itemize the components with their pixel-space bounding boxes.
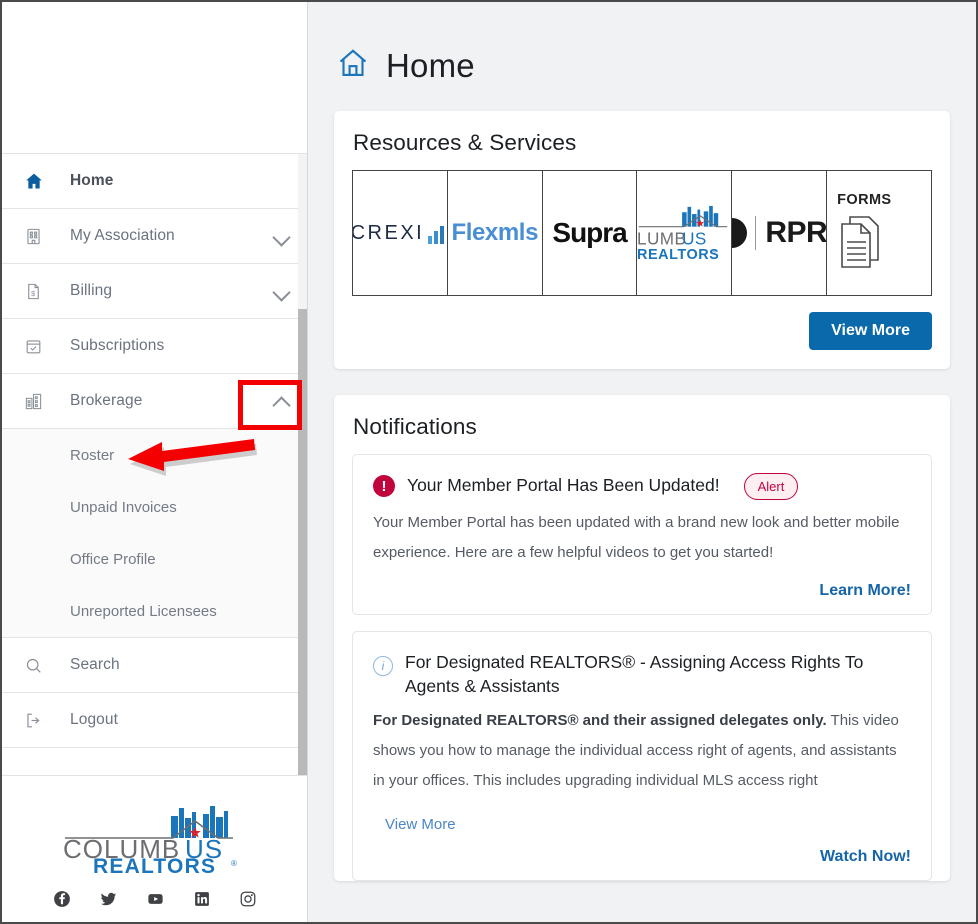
rpr-mark-icon [732, 218, 748, 248]
facebook-icon[interactable] [53, 890, 71, 908]
rpr-logo: RPR [732, 216, 828, 250]
instagram-icon[interactable] [239, 890, 257, 908]
documents-stack-icon [837, 212, 887, 275]
main-content: Home Resources & Services CREXI Flexmls … [308, 2, 976, 922]
notification-body: Your Member Portal has been updated with… [373, 514, 900, 561]
logout-icon [24, 711, 54, 730]
sidebar-subitem-unreported-licensees[interactable]: Unreported Licensees [2, 585, 307, 637]
sidebar-submenu-brokerage: Roster Unpaid Invoices Office Profile Un… [2, 429, 307, 638]
sidebar-scrollbar-thumb[interactable] [298, 309, 307, 775]
notification-item[interactable]: i For Designated REALTORS® - Assigning A… [352, 631, 932, 882]
sidebar-header-spacer [2, 2, 307, 154]
home-filled-icon [24, 171, 54, 191]
sidebar-item-subscriptions[interactable]: Subscriptions [2, 319, 307, 374]
sidebar-item-label: Brokerage [70, 392, 143, 409]
learn-more-link[interactable]: Learn More! [819, 582, 911, 599]
chevron-down-icon[interactable] [273, 282, 291, 300]
social-links [2, 890, 307, 908]
view-more-button[interactable]: View More [809, 312, 932, 350]
crexi-logo: CREXI [353, 221, 447, 245]
sidebar-item-search[interactable]: Search [2, 638, 307, 693]
twitter-icon[interactable] [99, 890, 118, 908]
notification-body: For Designated REALTORS® and their assig… [373, 706, 911, 796]
sidebar-item-brokerage[interactable]: Brokerage [2, 374, 307, 429]
notification-item[interactable]: ! Your Member Portal Has Been Updated! A… [352, 454, 932, 615]
sidebar-subitem-roster[interactable]: Roster [2, 429, 307, 481]
crexi-bars-icon [428, 225, 445, 244]
building-icon [24, 227, 54, 246]
sidebar-item-logout[interactable]: Logout [2, 693, 307, 748]
tile-crexi[interactable]: CREXI [353, 171, 448, 295]
notification-view-more-link[interactable]: View More [373, 816, 456, 833]
status-badge[interactable]: Alert [743, 473, 799, 500]
page-title: Home [386, 46, 475, 84]
sidebar-item-billing[interactable]: $ Billing [2, 264, 307, 319]
youtube-icon[interactable] [146, 890, 165, 908]
chevron-up-icon[interactable] [273, 392, 291, 410]
svg-text:$: $ [31, 289, 35, 297]
sidebar-item-my-association[interactable]: My Association [2, 209, 307, 264]
page-header: Home [308, 2, 976, 85]
home-outline-icon [336, 46, 370, 85]
tile-columbus-realtors[interactable]: LUMB US REALTORS ® [637, 171, 733, 295]
sidebar-nav-scroll-area[interactable]: Home My Association $ Billing Subscripti… [2, 154, 307, 775]
forms-label: FORMS [837, 191, 892, 208]
sidebar-subitem-label: Office Profile [70, 550, 156, 568]
rpr-label: RPR [765, 216, 828, 249]
tile-forms[interactable]: FORMS [827, 171, 931, 295]
sidebar-footer-logo-block: COLUMB US REALTORS ® [2, 775, 307, 922]
notification-header: i For Designated REALTORS® - Assigning A… [373, 650, 911, 698]
notification-actions: Watch Now! [373, 848, 911, 866]
calendar-check-icon [24, 337, 54, 356]
sidebar-item-home[interactable]: Home [2, 154, 307, 209]
tile-supra[interactable]: Supra [543, 171, 638, 295]
notification-title: For Designated REALTORS® - Assigning Acc… [405, 652, 864, 696]
notifications-card: Notifications ! Your Member Portal Has B… [334, 395, 950, 882]
watch-now-link[interactable]: Watch Now! [820, 848, 911, 865]
invoice-dollar-icon: $ [24, 282, 54, 301]
chevron-down-icon[interactable] [273, 227, 291, 245]
notification-body-bold: For Designated REALTORS® and their assig… [373, 712, 827, 730]
resources-services-card: Resources & Services CREXI Flexmls Supra… [334, 111, 950, 369]
app-window: Home My Association $ Billing Subscripti… [0, 0, 978, 924]
notifications-card-title: Notifications [353, 414, 477, 439]
svg-text:®: ® [712, 249, 716, 256]
svg-text:US: US [683, 229, 708, 249]
notification-title: Your Member Portal Has Been Updated! [407, 475, 720, 495]
sidebar-subitem-office-profile[interactable]: Office Profile [2, 533, 307, 585]
sidebar-subitem-unpaid-invoices[interactable]: Unpaid Invoices [2, 481, 307, 533]
alert-exclamation-icon: ! [373, 475, 395, 497]
tile-rpr[interactable]: RPR [732, 171, 828, 295]
columbus-realtors-logo: COLUMB US REALTORS ® [55, 800, 255, 878]
sidebar-item-label: Billing [70, 282, 113, 299]
notification-header: ! Your Member Portal Has Been Updated! A… [373, 473, 911, 500]
info-circle-icon: i [373, 656, 393, 676]
sidebar-item-label: My Association [70, 227, 175, 244]
tile-flexmls[interactable]: Flexmls [448, 171, 543, 295]
sidebar-item-label: Home [70, 172, 114, 189]
sidebar-subitem-label: Unreported Licensees [70, 602, 217, 620]
notification-actions: Learn More! [373, 582, 911, 600]
svg-text:LUMB: LUMB [637, 229, 686, 249]
flexmls-logo: Flexmls [451, 219, 539, 246]
sidebar: Home My Association $ Billing Subscripti… [2, 2, 308, 922]
sidebar-item-label: Logout [70, 711, 119, 728]
search-icon [24, 656, 54, 675]
svg-text:REALTORS: REALTORS [637, 247, 719, 263]
sidebar-item-label: Search [70, 656, 120, 673]
sidebar-subitem-label: Roster [70, 446, 115, 464]
linkedin-icon[interactable] [193, 890, 211, 908]
columbus-realtors-logo-small: LUMB US REALTORS ® [637, 205, 728, 263]
crexi-label: CREXI [353, 221, 425, 244]
partner-logo-carousel[interactable]: CREXI Flexmls Supra LUMB US REALTORS ® R… [352, 170, 932, 296]
rpr-divider [755, 216, 757, 250]
sidebar-item-label: Subscriptions [70, 337, 165, 354]
resources-card-title: Resources & Services [353, 130, 577, 155]
svg-text:®: ® [231, 859, 237, 868]
supra-logo: Supra [552, 217, 627, 248]
office-blocks-icon [24, 392, 54, 411]
resources-actions: View More [334, 296, 950, 369]
svg-text:REALTORS: REALTORS [93, 855, 216, 874]
sidebar-subitem-label: Unpaid Invoices [70, 498, 177, 516]
